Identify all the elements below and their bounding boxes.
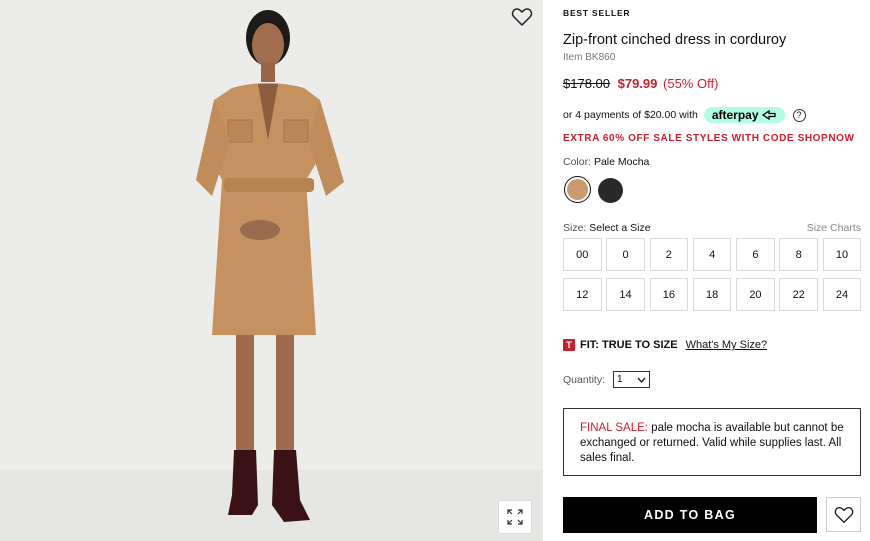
- original-price: $178.00: [563, 76, 610, 91]
- product-title: Zip-front cinched dress in corduroy: [563, 32, 787, 48]
- product-image[interactable]: [0, 0, 543, 541]
- expand-image-button[interactable]: [498, 500, 532, 534]
- color-label-row: Color: Pale Mocha: [563, 156, 649, 168]
- size-option[interactable]: 14: [606, 278, 645, 311]
- fit-row: T FIT: TRUE TO SIZE What's My Size?: [563, 339, 767, 351]
- afterpay-arrows-icon: [761, 110, 776, 120]
- discount-percent: (55% Off): [663, 76, 719, 91]
- size-selected: Select a Size: [589, 222, 651, 234]
- quantity-label: Quantity:: [563, 373, 606, 386]
- afterpay-row: or 4 payments of $20.00 with afterpay ?: [563, 107, 806, 123]
- sale-price: $79.99: [617, 76, 658, 91]
- afterpay-text: or 4 payments of $20.00 with: [563, 109, 698, 121]
- size-option[interactable]: 22: [779, 278, 818, 311]
- size-option[interactable]: 8: [779, 238, 818, 271]
- quantity-value: 1: [617, 374, 623, 385]
- model-illustration: [0, 0, 543, 541]
- size-option[interactable]: 20: [736, 278, 775, 311]
- heart-icon: [511, 8, 533, 27]
- fit-tag-icon: T: [563, 339, 575, 351]
- quantity-row: Quantity: 1: [563, 371, 651, 388]
- chevron-down-icon: [637, 377, 646, 383]
- size-option[interactable]: 4: [692, 238, 732, 271]
- swatch-fill: [567, 179, 588, 200]
- afterpay-logo[interactable]: afterpay: [703, 107, 785, 123]
- swatch-pale-mocha[interactable]: [564, 176, 591, 203]
- size-option[interactable]: 16: [649, 278, 689, 311]
- final-sale-notice: FINAL SALE: pale mocha is available but …: [563, 408, 861, 476]
- wishlist-heart-button[interactable]: [510, 5, 534, 29]
- final-sale-label: FINAL SALE:: [580, 422, 648, 434]
- size-label-row: Size: Select a Size Size Charts: [563, 222, 861, 234]
- best-seller-badge: BEST SELLER: [563, 8, 631, 18]
- size-label: Size:: [563, 222, 587, 234]
- size-option[interactable]: 00: [563, 238, 602, 271]
- size-option[interactable]: 18: [692, 278, 732, 311]
- size-option[interactable]: 24: [822, 278, 862, 311]
- promo-banner: EXTRA 60% OFF SALE STYLES WITH CODE SHOP…: [563, 133, 855, 144]
- swatch-fill: [598, 178, 623, 203]
- swatch-black[interactable]: [598, 178, 623, 203]
- size-charts-link[interactable]: Size Charts: [807, 222, 861, 234]
- fit-text: FIT: TRUE TO SIZE: [580, 339, 678, 351]
- price-row: $178.00 $79.99 (55% Off): [563, 76, 718, 91]
- expand-icon: [507, 509, 523, 525]
- size-option[interactable]: 0: [606, 238, 645, 271]
- afterpay-logo-text: afterpay: [711, 108, 759, 122]
- color-label: Color:: [563, 156, 592, 168]
- wishlist-button[interactable]: [826, 497, 861, 532]
- size-option[interactable]: 6: [736, 238, 775, 271]
- size-option[interactable]: 12: [563, 278, 602, 311]
- quantity-select[interactable]: 1: [613, 371, 651, 388]
- size-grid: 00 0 2 4 6 8 10 12 14 16 18 20 22 24: [563, 238, 862, 311]
- color-selected: Pale Mocha: [593, 156, 650, 168]
- size-option[interactable]: 10: [822, 238, 862, 271]
- item-number: Item BK860: [563, 52, 616, 63]
- help-icon[interactable]: ?: [792, 108, 806, 122]
- add-to-bag-button[interactable]: ADD TO BAG: [563, 497, 817, 533]
- heart-icon: [834, 506, 853, 523]
- size-option[interactable]: 2: [649, 238, 689, 271]
- whats-my-size-link[interactable]: What's My Size?: [686, 339, 768, 351]
